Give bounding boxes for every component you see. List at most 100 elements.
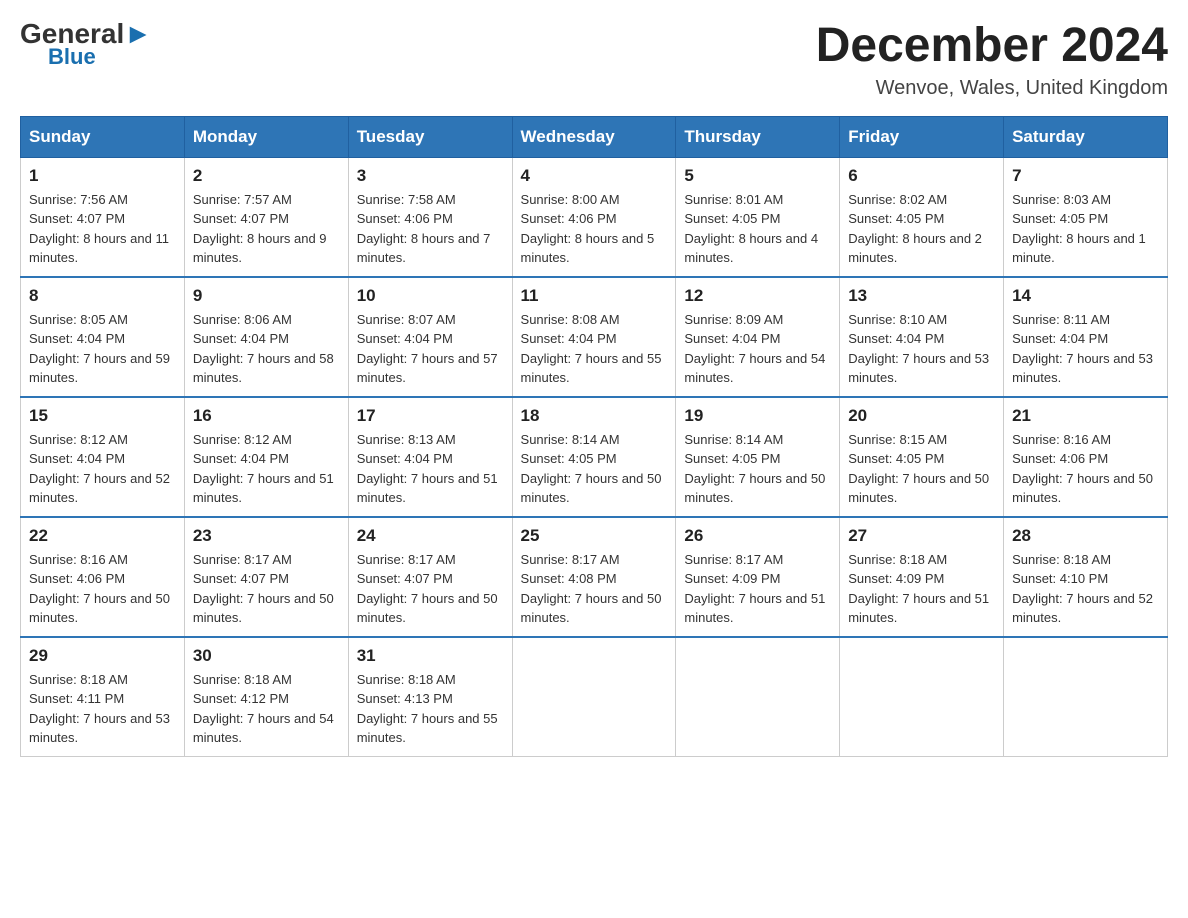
day-number: 14 (1012, 286, 1159, 306)
day-number: 12 (684, 286, 831, 306)
day-info: Sunrise: 8:18 AM Sunset: 4:09 PM Dayligh… (848, 550, 995, 628)
day-number: 6 (848, 166, 995, 186)
day-number: 21 (1012, 406, 1159, 426)
header: General► Blue December 2024 Wenvoe, Wale… (20, 20, 1168, 100)
logo-blue-text: Blue (48, 44, 96, 70)
day-info: Sunrise: 8:11 AM Sunset: 4:04 PM Dayligh… (1012, 310, 1159, 388)
col-header-saturday: Saturday (1004, 116, 1168, 157)
table-row: 10 Sunrise: 8:07 AM Sunset: 4:04 PM Dayl… (348, 277, 512, 397)
day-info: Sunrise: 8:03 AM Sunset: 4:05 PM Dayligh… (1012, 190, 1159, 268)
table-row (840, 637, 1004, 757)
col-header-sunday: Sunday (21, 116, 185, 157)
day-number: 3 (357, 166, 504, 186)
day-info: Sunrise: 8:12 AM Sunset: 4:04 PM Dayligh… (29, 430, 176, 508)
day-number: 8 (29, 286, 176, 306)
day-number: 11 (521, 286, 668, 306)
table-row: 30 Sunrise: 8:18 AM Sunset: 4:12 PM Dayl… (184, 637, 348, 757)
day-info: Sunrise: 8:02 AM Sunset: 4:05 PM Dayligh… (848, 190, 995, 268)
day-info: Sunrise: 8:05 AM Sunset: 4:04 PM Dayligh… (29, 310, 176, 388)
page-title: December 2024 (816, 20, 1168, 73)
table-row: 22 Sunrise: 8:16 AM Sunset: 4:06 PM Dayl… (21, 517, 185, 637)
table-row: 17 Sunrise: 8:13 AM Sunset: 4:04 PM Dayl… (348, 397, 512, 517)
col-header-monday: Monday (184, 116, 348, 157)
day-info: Sunrise: 8:00 AM Sunset: 4:06 PM Dayligh… (521, 190, 668, 268)
day-info: Sunrise: 8:18 AM Sunset: 4:11 PM Dayligh… (29, 670, 176, 748)
table-row: 4 Sunrise: 8:00 AM Sunset: 4:06 PM Dayli… (512, 157, 676, 277)
table-row: 20 Sunrise: 8:15 AM Sunset: 4:05 PM Dayl… (840, 397, 1004, 517)
day-number: 25 (521, 526, 668, 546)
day-number: 17 (357, 406, 504, 426)
table-row: 27 Sunrise: 8:18 AM Sunset: 4:09 PM Dayl… (840, 517, 1004, 637)
day-number: 19 (684, 406, 831, 426)
table-row: 24 Sunrise: 8:17 AM Sunset: 4:07 PM Dayl… (348, 517, 512, 637)
day-number: 9 (193, 286, 340, 306)
day-number: 30 (193, 646, 340, 666)
calendar-week-row: 8 Sunrise: 8:05 AM Sunset: 4:04 PM Dayli… (21, 277, 1168, 397)
day-info: Sunrise: 8:14 AM Sunset: 4:05 PM Dayligh… (684, 430, 831, 508)
day-number: 26 (684, 526, 831, 546)
table-row (676, 637, 840, 757)
day-info: Sunrise: 8:01 AM Sunset: 4:05 PM Dayligh… (684, 190, 831, 268)
day-number: 15 (29, 406, 176, 426)
logo[interactable]: General► Blue (20, 20, 152, 70)
day-info: Sunrise: 8:18 AM Sunset: 4:12 PM Dayligh… (193, 670, 340, 748)
col-header-thursday: Thursday (676, 116, 840, 157)
table-row: 2 Sunrise: 7:57 AM Sunset: 4:07 PM Dayli… (184, 157, 348, 277)
col-header-wednesday: Wednesday (512, 116, 676, 157)
table-row: 19 Sunrise: 8:14 AM Sunset: 4:05 PM Dayl… (676, 397, 840, 517)
day-info: Sunrise: 8:16 AM Sunset: 4:06 PM Dayligh… (29, 550, 176, 628)
day-info: Sunrise: 8:17 AM Sunset: 4:09 PM Dayligh… (684, 550, 831, 628)
col-header-tuesday: Tuesday (348, 116, 512, 157)
subtitle: Wenvoe, Wales, United Kingdom (816, 77, 1168, 100)
day-number: 28 (1012, 526, 1159, 546)
calendar-week-row: 22 Sunrise: 8:16 AM Sunset: 4:06 PM Dayl… (21, 517, 1168, 637)
day-number: 29 (29, 646, 176, 666)
day-info: Sunrise: 8:15 AM Sunset: 4:05 PM Dayligh… (848, 430, 995, 508)
table-row (512, 637, 676, 757)
day-info: Sunrise: 8:06 AM Sunset: 4:04 PM Dayligh… (193, 310, 340, 388)
day-info: Sunrise: 8:07 AM Sunset: 4:04 PM Dayligh… (357, 310, 504, 388)
calendar-table: Sunday Monday Tuesday Wednesday Thursday… (20, 116, 1168, 757)
table-row: 13 Sunrise: 8:10 AM Sunset: 4:04 PM Dayl… (840, 277, 1004, 397)
day-info: Sunrise: 8:08 AM Sunset: 4:04 PM Dayligh… (521, 310, 668, 388)
table-row: 7 Sunrise: 8:03 AM Sunset: 4:05 PM Dayli… (1004, 157, 1168, 277)
day-info: Sunrise: 8:14 AM Sunset: 4:05 PM Dayligh… (521, 430, 668, 508)
day-info: Sunrise: 8:13 AM Sunset: 4:04 PM Dayligh… (357, 430, 504, 508)
day-number: 31 (357, 646, 504, 666)
day-info: Sunrise: 7:56 AM Sunset: 4:07 PM Dayligh… (29, 190, 176, 268)
table-row: 31 Sunrise: 8:18 AM Sunset: 4:13 PM Dayl… (348, 637, 512, 757)
table-row: 29 Sunrise: 8:18 AM Sunset: 4:11 PM Dayl… (21, 637, 185, 757)
table-row: 12 Sunrise: 8:09 AM Sunset: 4:04 PM Dayl… (676, 277, 840, 397)
day-number: 1 (29, 166, 176, 186)
calendar-week-row: 15 Sunrise: 8:12 AM Sunset: 4:04 PM Dayl… (21, 397, 1168, 517)
table-row (1004, 637, 1168, 757)
table-row: 18 Sunrise: 8:14 AM Sunset: 4:05 PM Dayl… (512, 397, 676, 517)
table-row: 26 Sunrise: 8:17 AM Sunset: 4:09 PM Dayl… (676, 517, 840, 637)
day-info: Sunrise: 8:17 AM Sunset: 4:07 PM Dayligh… (357, 550, 504, 628)
day-number: 16 (193, 406, 340, 426)
calendar-week-row: 29 Sunrise: 8:18 AM Sunset: 4:11 PM Dayl… (21, 637, 1168, 757)
col-header-friday: Friday (840, 116, 1004, 157)
table-row: 28 Sunrise: 8:18 AM Sunset: 4:10 PM Dayl… (1004, 517, 1168, 637)
day-info: Sunrise: 8:09 AM Sunset: 4:04 PM Dayligh… (684, 310, 831, 388)
table-row: 1 Sunrise: 7:56 AM Sunset: 4:07 PM Dayli… (21, 157, 185, 277)
table-row: 6 Sunrise: 8:02 AM Sunset: 4:05 PM Dayli… (840, 157, 1004, 277)
day-number: 2 (193, 166, 340, 186)
table-row: 9 Sunrise: 8:06 AM Sunset: 4:04 PM Dayli… (184, 277, 348, 397)
day-info: Sunrise: 8:18 AM Sunset: 4:13 PM Dayligh… (357, 670, 504, 748)
calendar-header-row: Sunday Monday Tuesday Wednesday Thursday… (21, 116, 1168, 157)
day-info: Sunrise: 8:18 AM Sunset: 4:10 PM Dayligh… (1012, 550, 1159, 628)
day-info: Sunrise: 8:10 AM Sunset: 4:04 PM Dayligh… (848, 310, 995, 388)
table-row: 16 Sunrise: 8:12 AM Sunset: 4:04 PM Dayl… (184, 397, 348, 517)
day-number: 13 (848, 286, 995, 306)
day-number: 10 (357, 286, 504, 306)
day-number: 27 (848, 526, 995, 546)
logo-triangle-icon: ► (124, 18, 152, 49)
day-info: Sunrise: 7:57 AM Sunset: 4:07 PM Dayligh… (193, 190, 340, 268)
table-row: 11 Sunrise: 8:08 AM Sunset: 4:04 PM Dayl… (512, 277, 676, 397)
day-info: Sunrise: 7:58 AM Sunset: 4:06 PM Dayligh… (357, 190, 504, 268)
day-info: Sunrise: 8:17 AM Sunset: 4:08 PM Dayligh… (521, 550, 668, 628)
calendar-week-row: 1 Sunrise: 7:56 AM Sunset: 4:07 PM Dayli… (21, 157, 1168, 277)
day-number: 7 (1012, 166, 1159, 186)
table-row: 23 Sunrise: 8:17 AM Sunset: 4:07 PM Dayl… (184, 517, 348, 637)
